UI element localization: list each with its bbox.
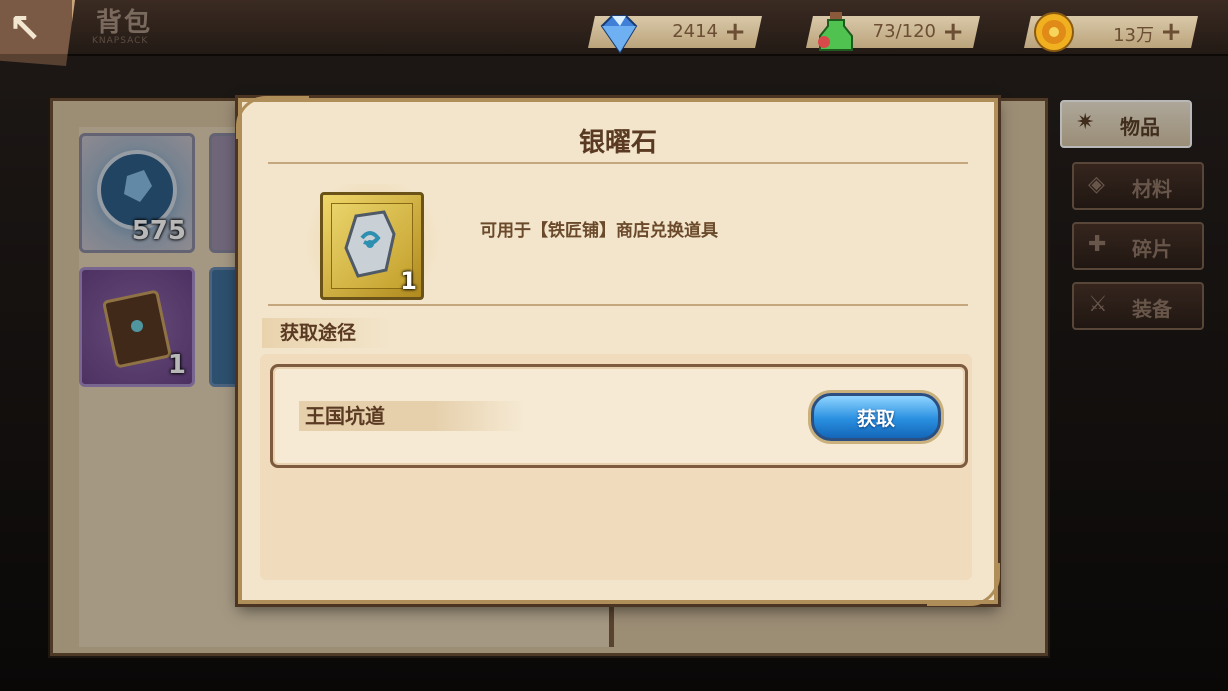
source-row: 王国坑道 获取 — [270, 364, 968, 468]
item-description: 可用于【铁匠铺】商店兑换道具 — [480, 221, 718, 241]
top-bar: ↖ 背包 KNAPSACK 2414 + 73/120 + 13万 + — [0, 0, 1228, 66]
divider — [268, 304, 968, 306]
gold-coin-icon — [1034, 12, 1074, 52]
item-name: 银曜石 — [578, 128, 657, 158]
divider — [268, 162, 968, 164]
obtain-button[interactable]: 获取 — [811, 393, 941, 441]
item-icon-frame: 1 — [320, 192, 424, 300]
diamond-icon — [600, 15, 638, 54]
source-name: 王国坑道 — [299, 401, 525, 431]
obtain-button-label: 获取 — [856, 408, 895, 430]
silver-obsidian-stone-icon — [344, 210, 396, 278]
add-gold-button[interactable]: + — [1160, 17, 1182, 47]
item-count: 1 — [400, 267, 417, 295]
page-title: 背包 — [96, 8, 153, 38]
page-subtitle: KNAPSACK — [92, 36, 149, 46]
back-arrow-icon: ↖ — [8, 6, 42, 52]
add-diamond-button[interactable]: + — [724, 17, 746, 47]
item-detail-dialog: 银曜石 1 可用于【铁匠铺】商店兑换道具 获取途径 王国坑道 获取 — [236, 96, 1000, 606]
stamina-potion-icon — [818, 12, 853, 51]
add-stamina-button[interactable]: + — [942, 17, 964, 47]
source-section-label: 获取途径 — [262, 318, 392, 348]
